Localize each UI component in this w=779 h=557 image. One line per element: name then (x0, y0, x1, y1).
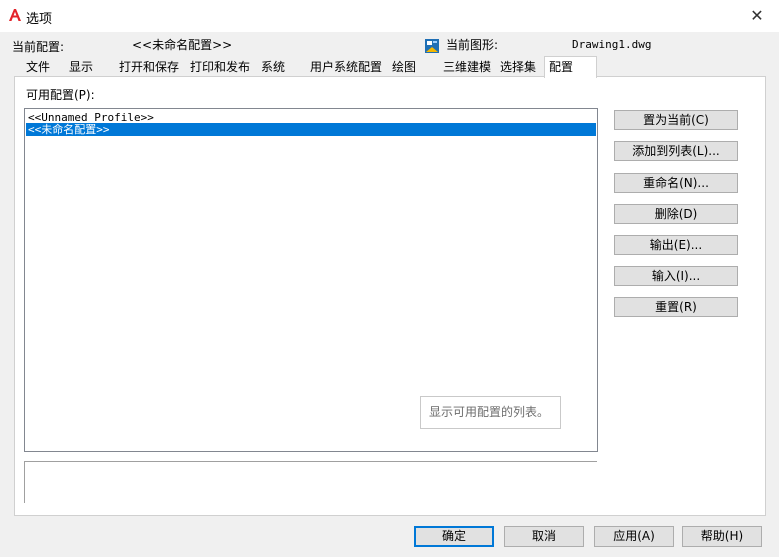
tab-files[interactable]: 文件 (24, 58, 52, 77)
current-profile-value: <<未命名配置>> (132, 38, 233, 52)
add-to-list-button[interactable]: 添加到列表(L)... (614, 141, 738, 161)
set-current-button[interactable]: 置为当前(C) (614, 110, 738, 130)
tab-open-save[interactable]: 打开和保存 (117, 58, 181, 77)
export-button[interactable]: 输出(E)... (614, 235, 738, 255)
cancel-button[interactable]: 取消 (504, 526, 584, 547)
profile-description-box (24, 461, 597, 503)
current-profile-label: 当前配置: (12, 40, 65, 54)
available-profiles-label: 可用配置(P): (26, 88, 95, 102)
tab-selection[interactable]: 选择集 (498, 58, 538, 77)
reset-button[interactable]: 重置(R) (614, 297, 738, 317)
ok-button[interactable]: 确定 (414, 526, 494, 547)
current-drawing-value: Drawing1.dwg (572, 38, 652, 51)
title-bar (0, 0, 779, 32)
tab-system[interactable]: 系统 (259, 58, 287, 77)
help-button[interactable]: 帮助(H) (682, 526, 762, 547)
current-drawing-label: 当前图形: (446, 38, 499, 52)
rename-button[interactable]: 重命名(N)... (614, 173, 738, 193)
list-item-selected[interactable]: <<未命名配置>> (26, 123, 596, 136)
autocad-logo-icon (9, 9, 21, 21)
close-icon[interactable]: ✕ (740, 4, 774, 28)
tab-3d-modeling[interactable]: 三维建模 (441, 58, 493, 77)
tab-user-preferences[interactable]: 用户系统配置 (308, 58, 384, 77)
tab-profiles[interactable]: 配置 (544, 56, 597, 78)
tab-plot-publish[interactable]: 打印和发布 (188, 58, 252, 77)
import-button[interactable]: 输入(I)... (614, 266, 738, 286)
profile-list-tooltip: 显示可用配置的列表。 (420, 396, 561, 429)
drawing-file-icon (425, 39, 439, 53)
tab-drafting[interactable]: 绘图 (390, 58, 418, 77)
window-title: 选项 (26, 12, 53, 27)
tab-display[interactable]: 显示 (67, 58, 95, 77)
apply-button[interactable]: 应用(A) (594, 526, 674, 547)
delete-button[interactable]: 删除(D) (614, 204, 738, 224)
